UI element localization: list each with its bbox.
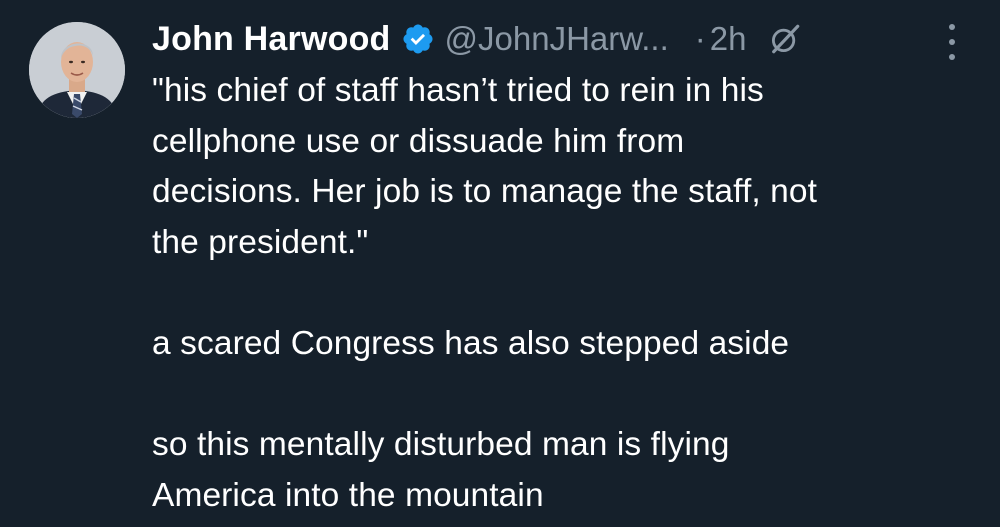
tweet-text-line: America into the mountain <box>152 476 544 514</box>
tweet-text-line: decisions. Her job is to manage the staf… <box>152 173 818 211</box>
tweet-text-line: "his chief of staff hasn’t tried to rein… <box>152 72 764 109</box>
tweet-timestamp[interactable]: 2h <box>710 20 747 58</box>
tweet-text-line: the president." <box>152 223 369 261</box>
tweet-text-line: cellphone use or dissuade him from <box>152 122 685 160</box>
avatar[interactable] <box>29 22 125 118</box>
more-dot-icon <box>949 39 955 45</box>
more-vertical-icon[interactable] <box>940 24 964 60</box>
more-dot-icon <box>949 24 955 30</box>
verified-badge-icon[interactable] <box>401 22 435 56</box>
tweet-text: "his chief of staff hasn’t tried to rein… <box>152 66 982 521</box>
author-handle[interactable]: @JohnJHarw... <box>445 20 669 58</box>
tweet-card[interactable]: John Harwood @JohnJHarw... · 2h "his chi… <box>0 0 1000 527</box>
author-display-name[interactable]: John Harwood <box>152 20 391 59</box>
tweet-text-line: so this mentally disturbed man is flying <box>152 426 730 464</box>
grok-icon[interactable] <box>768 22 802 56</box>
more-dot-icon <box>949 54 955 60</box>
tweet-text-line: a scared Congress has also stepped aside <box>152 324 790 362</box>
avatar-image <box>29 22 125 118</box>
separator-dot: · <box>694 20 706 57</box>
tweet-header: John Harwood @JohnJHarw... · 2h <box>152 16 992 62</box>
